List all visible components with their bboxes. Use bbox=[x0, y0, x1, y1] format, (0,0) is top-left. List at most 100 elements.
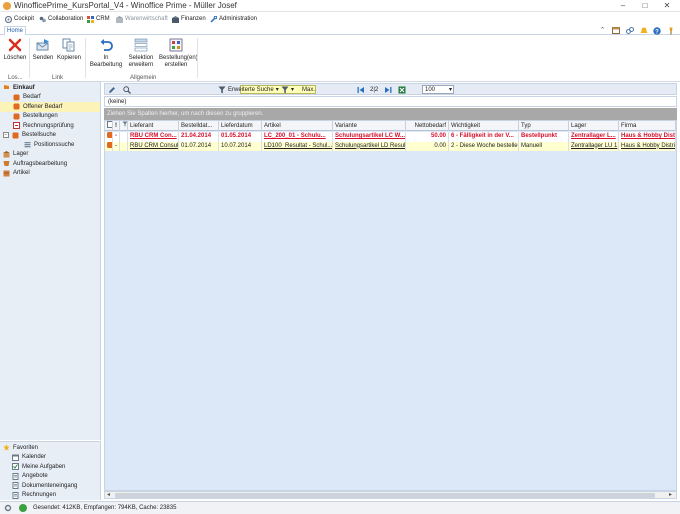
favorite-item-label: Meine Aufgaben bbox=[22, 463, 66, 470]
page-indicator: 2|2 bbox=[370, 86, 379, 93]
excel-export-icon[interactable] bbox=[398, 85, 406, 94]
group-label-link: Link bbox=[52, 75, 64, 81]
module-crm[interactable]: CRM bbox=[87, 14, 110, 24]
module-cockpit[interactable]: Cockpit bbox=[4, 14, 35, 24]
nav-item-lager[interactable]: Lager bbox=[0, 150, 100, 160]
row-spacer bbox=[120, 132, 128, 142]
column-header-wichtigkeit[interactable]: Wichtigkeit bbox=[449, 121, 519, 131]
header-filter-icon[interactable] bbox=[120, 121, 128, 131]
maximize-button[interactable]: □ bbox=[634, 0, 656, 12]
nav-item-artikel[interactable]: Artikel bbox=[0, 169, 100, 179]
scroll-right-icon[interactable]: ▸ bbox=[669, 492, 672, 499]
nav-item-label: Auftragsbearbeitung bbox=[13, 160, 68, 167]
group-by-drop-area[interactable]: Ziehen Sie Spalten hierher, um nach dies… bbox=[104, 108, 677, 120]
favorite-item-dokumenteneingang[interactable]: Dokumenteneingang bbox=[0, 481, 100, 491]
offener-bedarf-icon bbox=[13, 103, 20, 110]
dropdown-arrow-icon: ▾ bbox=[291, 87, 295, 93]
status-text: Gesendet: 412KB, Empfangen: 794KB, Cache… bbox=[33, 505, 177, 511]
send-icon bbox=[36, 39, 49, 51]
column-header-firma[interactable]: Firma bbox=[619, 121, 676, 131]
settings-icon[interactable] bbox=[4, 504, 12, 514]
column-header-lieferdatum[interactable]: Lieferdatum bbox=[219, 121, 262, 131]
max-rows-select[interactable]: 100 ▾ bbox=[422, 85, 454, 94]
cell-variante[interactable]: Schulungsartikel LC W... bbox=[333, 132, 406, 142]
minimize-button[interactable]: – bbox=[612, 0, 634, 12]
module-label: Finanzen bbox=[181, 16, 206, 22]
favorite-item-rechnungen[interactable]: Rechnungen bbox=[0, 491, 100, 501]
pin-icon[interactable] bbox=[666, 27, 675, 35]
cell-typ: Manuell bbox=[519, 141, 569, 151]
ribbon-button-label: Senden bbox=[32, 55, 54, 61]
module-label: CRM bbox=[96, 16, 110, 22]
copy-button[interactable]: Kopieren bbox=[56, 38, 82, 62]
search-icon[interactable] bbox=[123, 85, 131, 94]
favorites-header[interactable]: Favoriten bbox=[0, 443, 100, 453]
create-order-button[interactable]: Bestellung(en) erstellen bbox=[157, 38, 198, 68]
filter-dropdown[interactable]: ▾ bbox=[281, 85, 294, 94]
administration-icon bbox=[210, 15, 218, 23]
horizontal-scrollbar[interactable]: ◂ ▸ bbox=[104, 491, 677, 499]
edit-pencil-icon[interactable] bbox=[108, 85, 116, 94]
last-page-icon[interactable] bbox=[384, 85, 392, 94]
scroll-left-icon[interactable]: ◂ bbox=[107, 492, 110, 499]
nav-item-bedarf[interactable]: Bedarf bbox=[0, 93, 100, 103]
module-finanzen[interactable]: Finanzen bbox=[172, 14, 206, 24]
extend-selection-icon bbox=[134, 38, 148, 52]
nav-item-einkauf[interactable]: Einkauf bbox=[0, 83, 100, 93]
cell-lager[interactable]: Zentrallager L... bbox=[569, 132, 619, 142]
module-warenwirtschaft[interactable]: Warenwirtschaft bbox=[116, 14, 168, 24]
collapse-toggle-icon[interactable]: − bbox=[3, 132, 9, 139]
ribbon-button-label: In Bearbeitung bbox=[89, 55, 123, 68]
column-header-variante[interactable]: Variante bbox=[333, 121, 406, 131]
favorite-item-kalender[interactable]: Kalender bbox=[0, 453, 100, 463]
row-marker: - bbox=[113, 132, 120, 142]
module-collaboration[interactable]: Collaboration bbox=[39, 14, 83, 24]
link-icon[interactable] bbox=[625, 27, 634, 35]
cell-variante[interactable]: Schulungsartikel LD Resul... bbox=[333, 141, 406, 151]
column-header-artikel[interactable]: Artikel bbox=[262, 121, 333, 131]
notification-bell-icon[interactable] bbox=[639, 27, 648, 35]
advanced-search-dropdown[interactable]: Erweiterte Suche ▾ bbox=[218, 85, 279, 94]
nav-item-label: Offener Bedarf bbox=[23, 103, 63, 110]
table-row[interactable]: - RBU CRM Consul... 01.07.2014 10.07.201… bbox=[105, 141, 676, 151]
module-label: Cockpit bbox=[14, 16, 35, 22]
column-header-typ[interactable]: Typ bbox=[519, 121, 569, 131]
cell-firma[interactable]: Haus & Hobby Dist... bbox=[619, 132, 676, 142]
module-administration[interactable]: Administration bbox=[210, 14, 257, 24]
nav-item-offener-bedarf[interactable]: Offener Bedarf bbox=[0, 102, 100, 112]
header-priority[interactable]: ! bbox=[113, 121, 120, 131]
cell-lieferant[interactable]: RBU CRM Con... bbox=[128, 132, 179, 142]
column-header-nettobedarf[interactable]: Nettobedarf bbox=[406, 121, 449, 131]
send-button[interactable]: Senden bbox=[31, 38, 55, 62]
nav-item-rechnungspruefung[interactable]: Rechnungsprüfung bbox=[0, 121, 100, 131]
nav-item-bestellungen[interactable]: Bestellungen bbox=[0, 112, 100, 122]
filter-icon bbox=[218, 86, 226, 93]
cell-lager[interactable]: Zentrallager LU 1 bbox=[569, 141, 619, 151]
in-progress-button[interactable]: In Bearbeitung bbox=[87, 38, 125, 68]
nav-item-positionssuche[interactable]: Positionssuche bbox=[0, 140, 100, 150]
scrollbar-thumb[interactable] bbox=[115, 493, 655, 498]
extend-selection-button[interactable]: Selektion erweitern bbox=[127, 38, 155, 68]
table-row[interactable]: - RBU CRM Con... 21.04.2014 01.05.2014 L… bbox=[105, 132, 676, 142]
favorite-item-meine-aufgaben[interactable]: Meine Aufgaben bbox=[0, 462, 100, 472]
cell-lieferant[interactable]: RBU CRM Consul... bbox=[128, 141, 179, 151]
cell-artikel[interactable]: LD100_Resultat - Schul... bbox=[262, 141, 333, 151]
close-window-button[interactable]: ✕ bbox=[656, 0, 678, 12]
nav-item-auftragsbearbeitung[interactable]: Auftragsbearbeitung bbox=[0, 159, 100, 169]
window-layout-icon[interactable] bbox=[611, 27, 620, 35]
collapse-ribbon-icon[interactable]: ⌃ bbox=[598, 27, 607, 35]
column-header-lager[interactable]: Lager bbox=[569, 121, 619, 131]
nav-item-bestellsuche[interactable]: − Bestellsuche bbox=[0, 131, 100, 141]
cell-artikel[interactable]: LC_200_01 - Schulu... bbox=[262, 132, 333, 142]
delete-button[interactable]: Löschen bbox=[3, 38, 27, 62]
grid-toolbar: Erweiterte Suche ▾ ▾ Max. 100 ▾ 2|2 bbox=[104, 83, 677, 95]
column-header-bestelldatum[interactable]: Bestelldat... bbox=[179, 121, 219, 131]
create-order-icon bbox=[169, 38, 183, 52]
favorite-item-angebote[interactable]: Angebote bbox=[0, 472, 100, 482]
column-header-lieferant[interactable]: Lieferant bbox=[128, 121, 179, 131]
help-icon[interactable]: ? bbox=[652, 27, 661, 35]
cell-firma[interactable]: Haus & Hobby Distrib... bbox=[619, 141, 676, 151]
nav-item-label: Bedarf bbox=[23, 94, 41, 101]
cell-wichtigkeit: 6 - Fälligkeit in der V... bbox=[449, 132, 519, 142]
first-page-icon[interactable] bbox=[357, 85, 365, 94]
